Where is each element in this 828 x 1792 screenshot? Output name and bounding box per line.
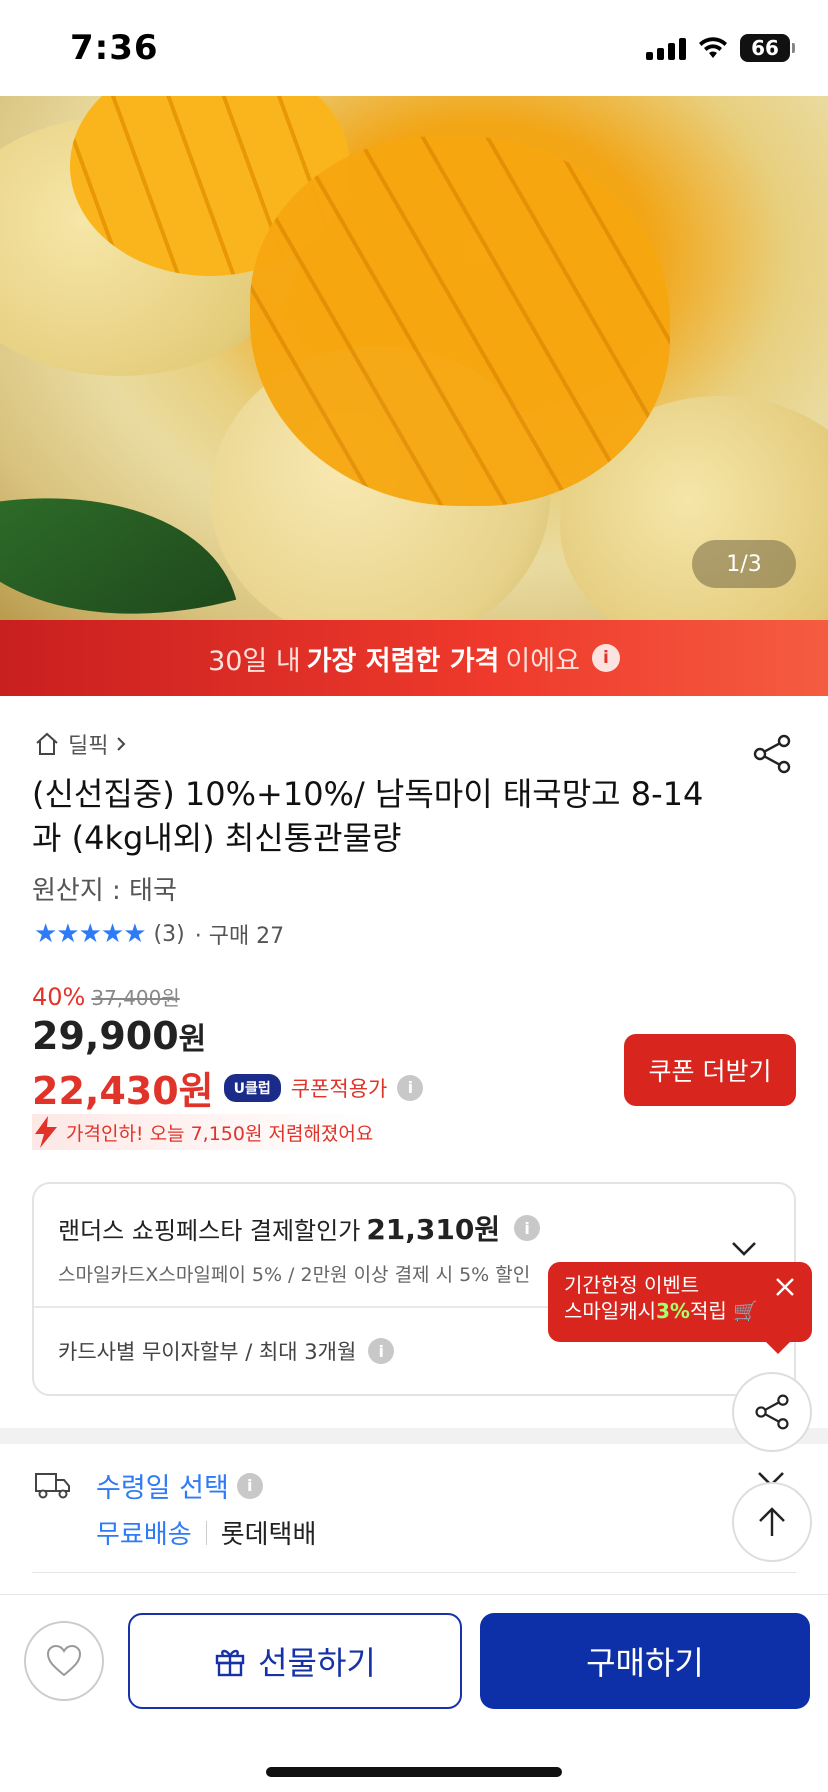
leaf-image bbox=[0, 445, 237, 620]
share-icon[interactable] bbox=[750, 732, 794, 776]
breadcrumb-label: 딜픽 bbox=[68, 734, 109, 759]
delivery-title: 수령일 선택 bbox=[96, 1473, 229, 1504]
lowest-price-banner: 30일 내 가장 저렴한 가격 이에요 i bbox=[0, 620, 828, 696]
sale-price-unit: 원 bbox=[178, 1022, 207, 1057]
purchase-count: · 구매 27 bbox=[194, 924, 285, 949]
info-icon[interactable]: i bbox=[397, 1074, 424, 1101]
event-tooltip[interactable]: 기간한정 이벤트 스마일캐시3%적립 🛒 bbox=[548, 1262, 812, 1354]
breadcrumb[interactable]: 딜픽 bbox=[34, 728, 126, 760]
chevron-right-icon bbox=[117, 737, 126, 751]
wifi-icon bbox=[699, 37, 727, 58]
product-image-gallery[interactable]: 1/3 bbox=[0, 96, 828, 620]
rating-row[interactable]: ★★★★★ (3) · 구매 27 bbox=[34, 918, 284, 950]
tooltip-percent: 3% bbox=[656, 1299, 690, 1323]
section-separator bbox=[0, 1428, 828, 1444]
tooltip-prefix: 스마일캐시 bbox=[564, 1299, 656, 1323]
discount-percent: 40% bbox=[32, 983, 86, 1011]
info-icon[interactable]: i bbox=[368, 1338, 395, 1364]
original-price: 37,400원 bbox=[91, 986, 180, 1010]
benefit-title: 랜더스 쇼핑페스타 결제할인가 bbox=[58, 1216, 361, 1245]
arrow-up-icon bbox=[759, 1507, 785, 1536]
mango-flesh-image bbox=[250, 136, 670, 506]
chevron-down-icon[interactable] bbox=[730, 1234, 758, 1262]
home-icon bbox=[36, 732, 58, 755]
share-icon bbox=[755, 1394, 789, 1430]
installment-text: 카드사별 무이자할부 / 최대 3개월 bbox=[58, 1340, 357, 1364]
rating-stars-icon: ★★★★★ bbox=[34, 919, 147, 949]
coupon-price-row: 22,430원 U클럽 쿠폰적용가 i bbox=[32, 1060, 424, 1115]
buy-button[interactable]: 구매하기 bbox=[480, 1613, 810, 1709]
sale-price-value: 29,900 bbox=[32, 1014, 179, 1058]
gallery-counter: 1/3 bbox=[692, 540, 796, 588]
divider bbox=[32, 1572, 796, 1573]
uclub-badge: U클럽 bbox=[223, 1073, 281, 1102]
coupon-price: 22,430원 bbox=[32, 1069, 214, 1113]
home-indicator bbox=[266, 1767, 562, 1777]
truck-icon bbox=[35, 1473, 70, 1499]
gift-icon bbox=[215, 1649, 245, 1677]
benefit-subtitle: 스마일카드X스마일페이 5% / 2만원 이상 결제 시 5% 할인 bbox=[58, 1264, 531, 1286]
sale-price: 29,900원 bbox=[32, 1014, 206, 1058]
tooltip-suffix: 적립 🛒 bbox=[689, 1299, 759, 1323]
free-shipping: 무료배송 bbox=[96, 1520, 192, 1550]
info-icon[interactable]: i bbox=[236, 1472, 263, 1499]
info-icon[interactable]: i bbox=[514, 1215, 541, 1241]
carrier-name: 롯데택배 bbox=[220, 1520, 317, 1550]
benefit-title-row: 랜더스 쇼핑페스타 결제할인가 21,310원 i bbox=[58, 1208, 541, 1248]
product-title: (신선집중) 10%+10%/ 남독마이 태국망고 8-14과 (4kg내외) … bbox=[32, 775, 704, 857]
review-count: (3) bbox=[153, 921, 185, 947]
price-drop-text: 가격인하! 오늘 7,150원 저렴해졌어요 bbox=[66, 1122, 374, 1145]
heart-icon bbox=[46, 1644, 82, 1677]
discount-row: 40% 37,400원 bbox=[32, 982, 180, 1011]
banner-suffix: 이에요 bbox=[505, 645, 580, 677]
gift-label: 선물하기 bbox=[258, 1644, 376, 1682]
tooltip-line1: 기간한정 이벤트 bbox=[564, 1273, 700, 1297]
status-time: 7:36 bbox=[70, 28, 159, 68]
status-icons: 66 bbox=[646, 34, 795, 62]
signal-icon bbox=[646, 36, 686, 60]
scroll-top-button[interactable] bbox=[732, 1482, 812, 1562]
battery-icon: 66 bbox=[740, 34, 795, 62]
status-bar: 7:36 66 bbox=[0, 0, 828, 96]
coupon-label: 쿠폰적용가 bbox=[290, 1076, 388, 1101]
delivery-date-select[interactable]: 수령일 선택 i bbox=[96, 1466, 263, 1505]
shipping-info-row: 무료배송 롯데택배 bbox=[96, 1514, 316, 1551]
floating-share-button[interactable] bbox=[732, 1372, 812, 1452]
close-icon[interactable] bbox=[774, 1276, 796, 1298]
gift-button[interactable]: 선물하기 bbox=[128, 1613, 462, 1709]
banner-highlight: 가장 저렴한 가격 bbox=[306, 645, 500, 677]
divider bbox=[205, 1520, 207, 1545]
wishlist-button[interactable] bbox=[24, 1621, 104, 1701]
lightning-icon bbox=[35, 1116, 57, 1148]
banner-prefix: 30일 내 bbox=[208, 645, 301, 677]
bottom-action-bar: 선물하기 구매하기 bbox=[0, 1594, 828, 1792]
tooltip-line2: 스마일캐시3%적립 🛒 bbox=[564, 1298, 796, 1324]
benefit-price: 21,310원 bbox=[366, 1213, 501, 1246]
info-icon[interactable]: i bbox=[591, 644, 620, 672]
more-coupons-button[interactable]: 쿠폰 더받기 bbox=[624, 1034, 796, 1106]
product-origin: 원산지 : 태국 bbox=[32, 876, 177, 906]
installment-row: 카드사별 무이자할부 / 최대 3개월 i bbox=[58, 1336, 395, 1366]
price-drop-notice: 가격인하! 오늘 7,150원 저렴해졌어요 bbox=[32, 1114, 380, 1150]
